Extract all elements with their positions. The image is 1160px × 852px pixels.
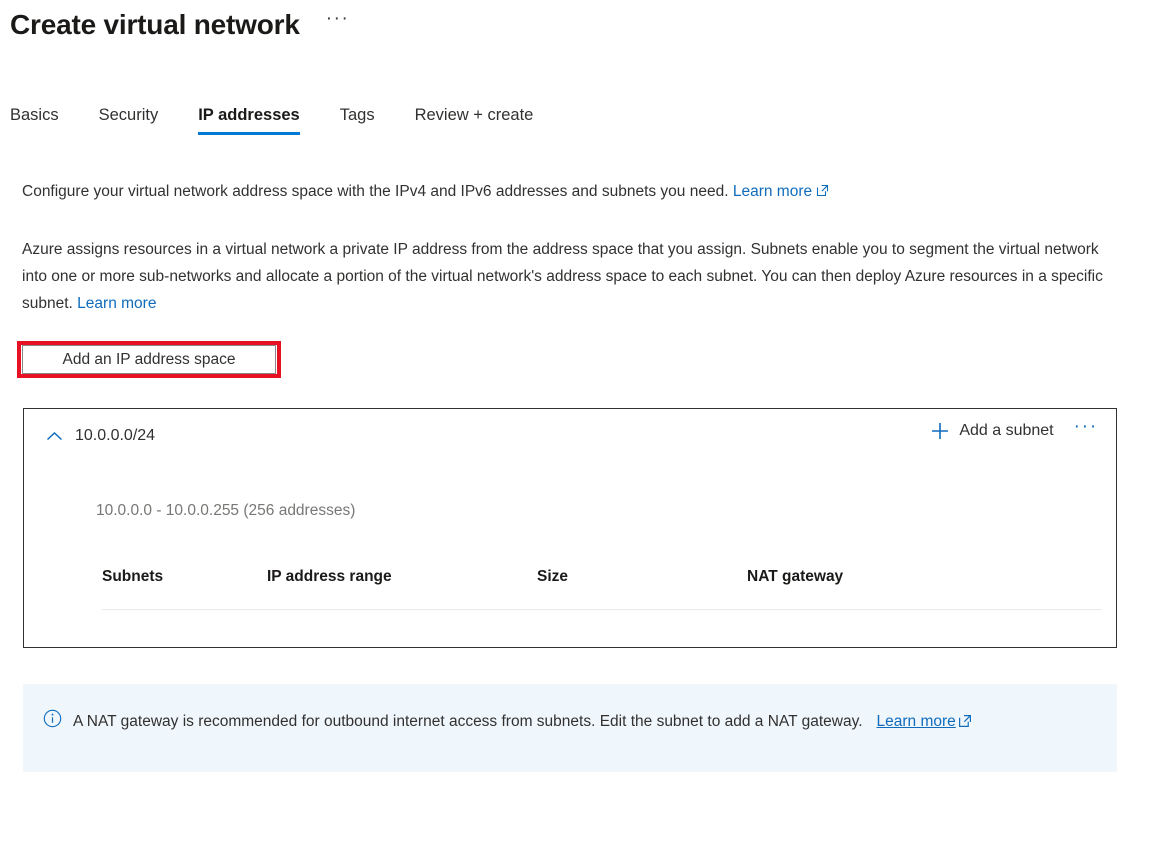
tab-review-create[interactable]: Review + create [415,104,534,135]
learn-more-link-top[interactable]: Learn more [733,183,812,200]
intro-paragraph-1-text: Configure your virtual network address s… [22,183,729,200]
learn-more-link-second[interactable]: Learn more [77,295,156,312]
external-link-icon [816,182,829,204]
intro-paragraph-2: Azure assigns resources in a virtual net… [22,236,1120,317]
nat-gateway-info-banner: A NAT gateway is recommended for outboun… [23,684,1117,772]
column-header-nat-gateway: NAT gateway [747,568,844,585]
intro-paragraph-2-text: Azure assigns resources in a virtual net… [22,241,1103,312]
nat-gateway-info-message: A NAT gateway is recommended for outboun… [73,713,863,730]
tab-ip-addresses[interactable]: IP addresses [198,104,300,135]
chevron-up-icon[interactable] [43,425,65,447]
info-circle-icon [43,709,62,733]
add-subnet-label: Add a subnet [959,422,1054,439]
intro-paragraph-1: Configure your virtual network address s… [22,181,1122,204]
page-title: Create virtual network [10,9,300,40]
subnet-table-header-row: Subnets IP address range Size NAT gatewa… [102,567,1102,610]
nat-gateway-info-text: A NAT gateway is recommended for outboun… [73,708,972,737]
address-space-card-header: 10.0.0.0/24 Add a subnet ··· [24,409,1116,447]
tab-basics[interactable]: Basics [10,104,59,135]
page-more-menu-icon[interactable]: ··· [326,9,350,36]
external-link-icon-banner [958,710,972,737]
page-header: Create virtual network ··· [10,8,350,42]
tab-security[interactable]: Security [99,104,159,135]
address-space-cidr: 10.0.0.0/24 [75,427,156,444]
add-subnet-button[interactable]: Add a subnet [931,421,1054,441]
plus-icon [931,422,949,440]
column-header-ip-address-range: IP address range [267,568,392,585]
add-ip-address-space-button[interactable]: Add an IP address space [22,345,276,374]
column-header-subnets: Subnets [102,568,164,585]
tab-tags[interactable]: Tags [340,104,375,135]
subnet-table: Subnets IP address range Size NAT gatewa… [102,567,1102,610]
tab-bar: Basics Security IP addresses Tags Review… [10,104,533,135]
column-header-size: Size [537,568,569,585]
address-space-card-actions: Add a subnet ··· [931,417,1098,441]
address-space-range-summary: 10.0.0.0 - 10.0.0.255 (256 addresses) [96,502,356,519]
address-space-card: 10.0.0.0/24 Add a subnet ··· 10.0.0.0 - … [23,408,1117,648]
learn-more-link-banner[interactable]: Learn more [877,713,956,730]
address-space-more-menu-icon[interactable]: ··· [1074,417,1098,439]
